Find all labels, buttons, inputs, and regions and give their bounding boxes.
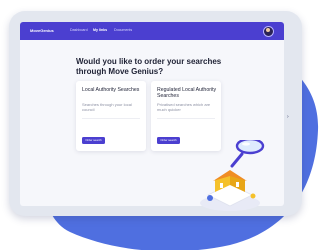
card-description: Privatised searches which are much quick… [157, 102, 211, 112]
nav-link-my-links[interactable]: My links [93, 28, 107, 32]
magnifying-glass-house-illustration [200, 140, 265, 211]
order-search-button[interactable]: Order search [82, 137, 105, 144]
search-option-card: Local Authority Searches Searches throug… [76, 81, 146, 151]
divider [157, 118, 215, 119]
brand-logo[interactable]: MoveGenius [30, 28, 54, 33]
page-title: Would you like to order your searches th… [76, 57, 222, 76]
card-title: Local Authority Searches [82, 87, 140, 93]
avatar[interactable] [263, 26, 274, 37]
nav-link-dashboard[interactable]: Dashboard [70, 28, 88, 32]
top-navbar: MoveGenius Dashboard My links Documents [20, 22, 284, 40]
order-search-button[interactable]: Order search [157, 137, 180, 144]
card-title: Regulated Local Authority Searches [157, 87, 217, 100]
chevron-right-icon[interactable]: › [287, 114, 289, 120]
avatar-face-icon [266, 28, 270, 32]
nav-link-documents[interactable]: Documents [114, 28, 132, 32]
divider [82, 118, 140, 119]
card-description: Searches through your local council [82, 102, 132, 112]
